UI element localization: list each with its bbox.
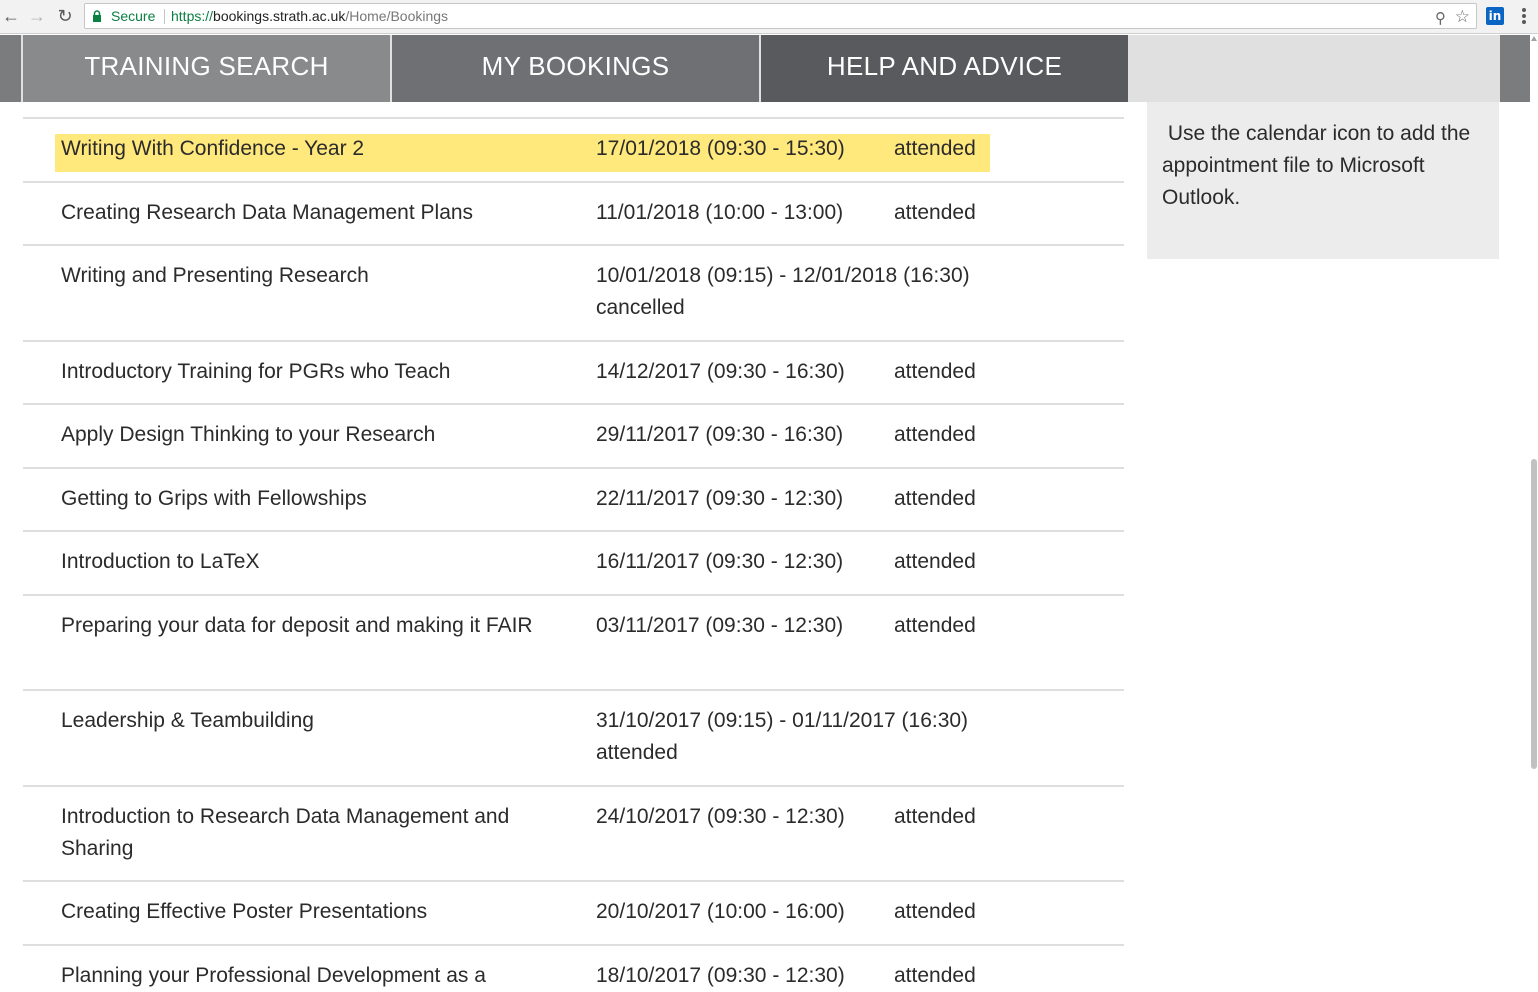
course-title[interactable]: Writing and Presenting Research <box>61 260 551 292</box>
booking-row: Introductory Training for PGRs who Teach… <box>23 342 1124 405</box>
booking-row: Apply Design Thinking to your Research 2… <box>23 405 1124 469</box>
booking-status: attended <box>894 137 976 160</box>
booking-status: attended <box>894 487 976 510</box>
browser-menu-icon[interactable] <box>1516 6 1532 28</box>
booking-row: Introduction to Research Data Management… <box>23 787 1124 882</box>
booking-date: 16/11/2017 (09:30 - 12:30) <box>596 550 844 573</box>
bookmark-star-icon[interactable]: ☆ <box>1455 5 1470 29</box>
booking-date: 14/12/2017 (09:30 - 16:30) <box>596 360 845 383</box>
booking-date: 31/10/2017 (09:15) - 01/11/2017 (16:30) <box>596 709 969 732</box>
tab-training-search[interactable]: TRAINING SEARCH <box>23 35 390 102</box>
booking-row: Leadership & Teambuilding 31/10/2017 (09… <box>23 691 1124 787</box>
booking-date: 22/11/2017 (09:30 - 12:30) <box>596 487 844 510</box>
booking-status: attended <box>596 741 678 764</box>
booking-status: attended <box>894 201 976 224</box>
course-title[interactable]: Introduction to Research Data Management… <box>61 801 551 865</box>
scrollbar-thumb[interactable] <box>1531 459 1537 769</box>
reload-icon[interactable]: ↻ <box>54 5 76 27</box>
tab-my-bookings[interactable]: MY BOOKINGS <box>392 35 759 102</box>
omnibox-separator <box>164 9 165 24</box>
browser-toolbar: ← → ↻ Secure https://bookings.strath.ac.… <box>0 0 1538 34</box>
scroll-up-arrow-icon[interactable] <box>1531 36 1537 41</box>
booking-date: 29/11/2017 (09:30 - 16:30) <box>596 423 844 446</box>
course-title[interactable]: Introduction to LaTeX <box>61 546 551 578</box>
booking-date: 18/10/2017 (09:30 - 12:30) <box>596 964 845 987</box>
booking-status: cancelled <box>596 296 685 319</box>
calendar-tip-box: Use the calendar icon to add the appoint… <box>1147 102 1499 259</box>
booking-row: Planning your Professional Development a… <box>23 946 1124 992</box>
calendar-tip-text: Use the calendar icon to add the appoint… <box>1162 122 1477 209</box>
booking-date: 17/01/2018 (09:30 - 15:30) <box>596 137 845 160</box>
back-arrow-icon[interactable]: ← <box>0 5 22 27</box>
booking-row: Preparing your data for deposit and maki… <box>23 596 1124 691</box>
address-bar[interactable]: Secure https://bookings.strath.ac.uk/Hom… <box>84 3 1477 29</box>
course-title[interactable]: Getting to Grips with Fellowships <box>61 483 551 515</box>
lock-icon <box>93 10 101 22</box>
booking-date: 11/01/2018 (10:00 - 13:00) <box>596 201 844 224</box>
booking-date: 24/10/2017 (09:30 - 12:30) <box>596 805 845 828</box>
forward-arrow-icon[interactable]: → <box>26 5 48 27</box>
linkedin-extension-icon[interactable]: in <box>1486 7 1504 25</box>
booking-status: attended <box>894 423 976 446</box>
course-title[interactable]: Planning your Professional Development a… <box>61 960 601 992</box>
course-title[interactable]: Introductory Training for PGRs who Teach <box>61 356 551 388</box>
nav-right-cap <box>1500 35 1530 102</box>
url-text[interactable]: https://bookings.strath.ac.uk/Home/Booki… <box>171 4 448 28</box>
booking-row: Creating Effective Poster Presentations … <box>23 882 1124 946</box>
course-title[interactable]: Leadership & Teambuilding <box>61 705 551 737</box>
booking-date: 10/01/2018 (09:15) - 12/01/2018 (16:30) <box>596 264 970 287</box>
booking-row: Writing and Presenting Research 10/01/20… <box>23 246 1124 342</box>
tab-help-and-advice[interactable]: HELP AND ADVICE <box>761 35 1128 102</box>
booking-status: attended <box>894 964 976 987</box>
booking-status: attended <box>894 900 976 923</box>
url-scheme: https:// <box>171 8 214 24</box>
booking-row: Creating Research Data Management Plans … <box>23 183 1124 246</box>
booking-date: 20/10/2017 (10:00 - 16:00) <box>596 900 845 923</box>
site-navigation: TRAINING SEARCH MY BOOKINGS HELP AND ADV… <box>0 35 1530 102</box>
course-title[interactable]: Creating Effective Poster Presentations <box>61 896 551 928</box>
booking-status: attended <box>894 805 976 828</box>
nav-empty-area <box>1130 35 1499 102</box>
url-path: /Home/Bookings <box>345 8 449 24</box>
booking-status: attended <box>894 614 976 637</box>
nav-left-cap <box>0 35 21 102</box>
booking-row: Writing With Confidence - Year 2 17/01/2… <box>23 119 1124 183</box>
url-host: bookings.strath.ac.uk <box>213 8 346 24</box>
zoom-icon[interactable]: ⚲ <box>1435 7 1446 31</box>
booking-row: Getting to Grips with Fellowships 22/11/… <box>23 469 1124 532</box>
booking-row: Introduction to LaTeX 16/11/2017 (09:30 … <box>23 532 1124 596</box>
course-title[interactable]: Preparing your data for deposit and maki… <box>61 610 551 642</box>
course-title[interactable]: Writing With Confidence - Year 2 <box>61 133 551 165</box>
course-title[interactable]: Apply Design Thinking to your Research <box>61 419 551 451</box>
secure-label: Secure <box>111 8 156 24</box>
course-title[interactable]: Creating Research Data Management Plans <box>61 197 551 229</box>
booking-status: attended <box>894 550 976 573</box>
booking-status: attended <box>894 360 976 383</box>
booking-date: 03/11/2017 (09:30 - 12:30) <box>596 614 844 637</box>
